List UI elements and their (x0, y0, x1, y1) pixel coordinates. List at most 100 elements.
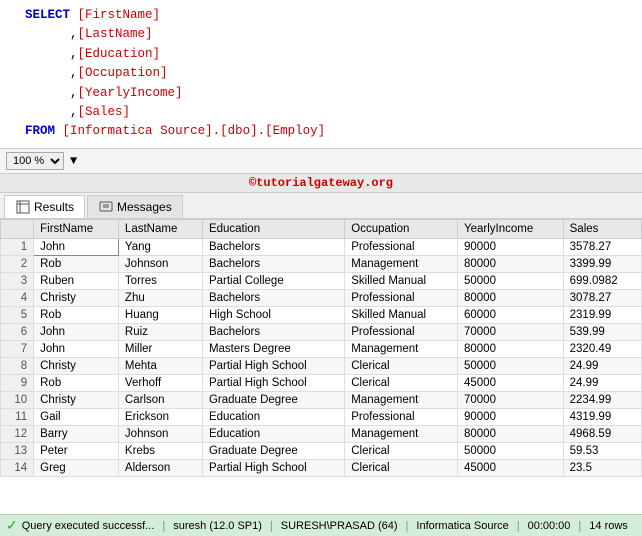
table-cell: Professional (345, 408, 458, 425)
status-success-icon: ✓ (6, 517, 18, 534)
table-cell: Bachelors (202, 255, 344, 272)
table-cell: Partial High School (202, 357, 344, 374)
table-cell: Clerical (345, 442, 458, 459)
table-row: 13PeterKrebsGraduate DegreeClerical50000… (1, 442, 642, 459)
col-header-lastname: LastName (118, 219, 202, 238)
table-cell: Gail (34, 408, 119, 425)
status-time: 00:00:00 (528, 520, 571, 532)
results-container[interactable]: FirstName LastName Education Occupation … (0, 219, 642, 514)
table-cell: 2234.99 (563, 391, 641, 408)
table-cell: Management (345, 425, 458, 442)
table-cell: Partial High School (202, 374, 344, 391)
sql-line-6: ,[Sales] (10, 103, 632, 122)
table-cell: 45000 (458, 374, 564, 391)
table-cell: 24.99 (563, 374, 641, 391)
main-content: SELECT [FirstName] ,[LastName] ,[Educati… (0, 0, 642, 536)
table-cell: Krebs (118, 442, 202, 459)
table-cell: Rob (34, 306, 119, 323)
table-cell: 80000 (458, 289, 564, 306)
status-sep-1: | (162, 520, 165, 532)
table-cell: Johnson (118, 255, 202, 272)
table-row: 7JohnMillerMasters DegreeManagement80000… (1, 340, 642, 357)
table-cell: Ruiz (118, 323, 202, 340)
table-cell: Clerical (345, 459, 458, 476)
bracket-sales: [Sales] (78, 105, 131, 119)
table-cell: Skilled Manual (345, 306, 458, 323)
table-cell: Masters Degree (202, 340, 344, 357)
table-cell: Christy (34, 289, 119, 306)
col-header-education: Education (202, 219, 344, 238)
tab-messages[interactable]: Messages (87, 195, 183, 218)
table-cell: 3578.27 (563, 238, 641, 255)
messages-tab-label: Messages (117, 200, 172, 214)
table-cell: Professional (345, 289, 458, 306)
table-row: 1JohnYangBachelorsProfessional900003578.… (1, 238, 642, 255)
row-num-cell: 11 (1, 408, 34, 425)
table-cell: Clerical (345, 374, 458, 391)
table-cell: Alderson (118, 459, 202, 476)
status-sep-5: | (578, 520, 581, 532)
table-cell: Christy (34, 357, 119, 374)
table-cell: Zhu (118, 289, 202, 306)
table-row: 5RobHuangHigh SchoolSkilled Manual600002… (1, 306, 642, 323)
table-cell: Professional (345, 323, 458, 340)
table-cell: Verhoff (118, 374, 202, 391)
table-cell: 3399.99 (563, 255, 641, 272)
table-cell: Education (202, 408, 344, 425)
table-cell: Professional (345, 238, 458, 255)
table-cell: 90000 (458, 408, 564, 425)
status-server: SURESH\PRASAD (64) (281, 520, 398, 532)
zoom-select[interactable]: 100 % 75 % 125 % (6, 152, 64, 170)
table-cell: Torres (118, 272, 202, 289)
table-cell: Johnson (118, 425, 202, 442)
status-database: Informatica Source (416, 520, 508, 532)
col-header-yearlyincome: YearlyIncome (458, 219, 564, 238)
status-bar: ✓ Query executed successf... | suresh (1… (0, 514, 642, 536)
table-cell: Erickson (118, 408, 202, 425)
keyword-from: FROM (25, 124, 55, 138)
table-cell: 4968.59 (563, 425, 641, 442)
table-cell: 45000 (458, 459, 564, 476)
table-cell: 699.0982 (563, 272, 641, 289)
table-row: 3RubenTorresPartial CollegeSkilled Manua… (1, 272, 642, 289)
table-cell: Miller (118, 340, 202, 357)
table-cell: 50000 (458, 272, 564, 289)
table-cell: Clerical (345, 357, 458, 374)
row-num-cell: 13 (1, 442, 34, 459)
toolbar: 100 % 75 % 125 % ▼ (0, 149, 642, 174)
row-num-cell: 2 (1, 255, 34, 272)
table-cell: 90000 (458, 238, 564, 255)
table-cell: High School (202, 306, 344, 323)
table-row: 12BarryJohnsonEducationManagement8000049… (1, 425, 642, 442)
bracket-occupation: [Occupation] (78, 66, 168, 80)
table-cell: Yang (118, 238, 202, 255)
table-cell: Management (345, 391, 458, 408)
col-header-sales: Sales (563, 219, 641, 238)
table-cell: 50000 (458, 442, 564, 459)
table-cell: Huang (118, 306, 202, 323)
table-cell: 23.5 (563, 459, 641, 476)
zoom-dropdown-icon: ▼ (70, 154, 77, 168)
table-cell: 50000 (458, 357, 564, 374)
table-cell: John (34, 340, 119, 357)
table-cell: 4319.99 (563, 408, 641, 425)
sql-line-3: ,[Education] (10, 45, 632, 64)
row-num-cell: 12 (1, 425, 34, 442)
row-num-cell: 8 (1, 357, 34, 374)
results-tab-icon (15, 199, 31, 215)
results-tab-label: Results (34, 200, 74, 214)
table-row: 8ChristyMehtaPartial High SchoolClerical… (1, 357, 642, 374)
tab-results[interactable]: Results (4, 195, 85, 218)
table-cell: Bachelors (202, 238, 344, 255)
watermark-bar: ©tutorialgateway.org (0, 174, 642, 193)
table-cell: Ruben (34, 272, 119, 289)
row-num-cell: 3 (1, 272, 34, 289)
table-cell: Bachelors (202, 289, 344, 306)
bracket-education: [Education] (78, 47, 161, 61)
table-header-row: FirstName LastName Education Occupation … (1, 219, 642, 238)
table-body: 1JohnYangBachelorsProfessional900003578.… (1, 238, 642, 476)
table-cell: John (34, 323, 119, 340)
table-cell: 60000 (458, 306, 564, 323)
table-cell: 539.99 (563, 323, 641, 340)
col-header-occupation: Occupation (345, 219, 458, 238)
